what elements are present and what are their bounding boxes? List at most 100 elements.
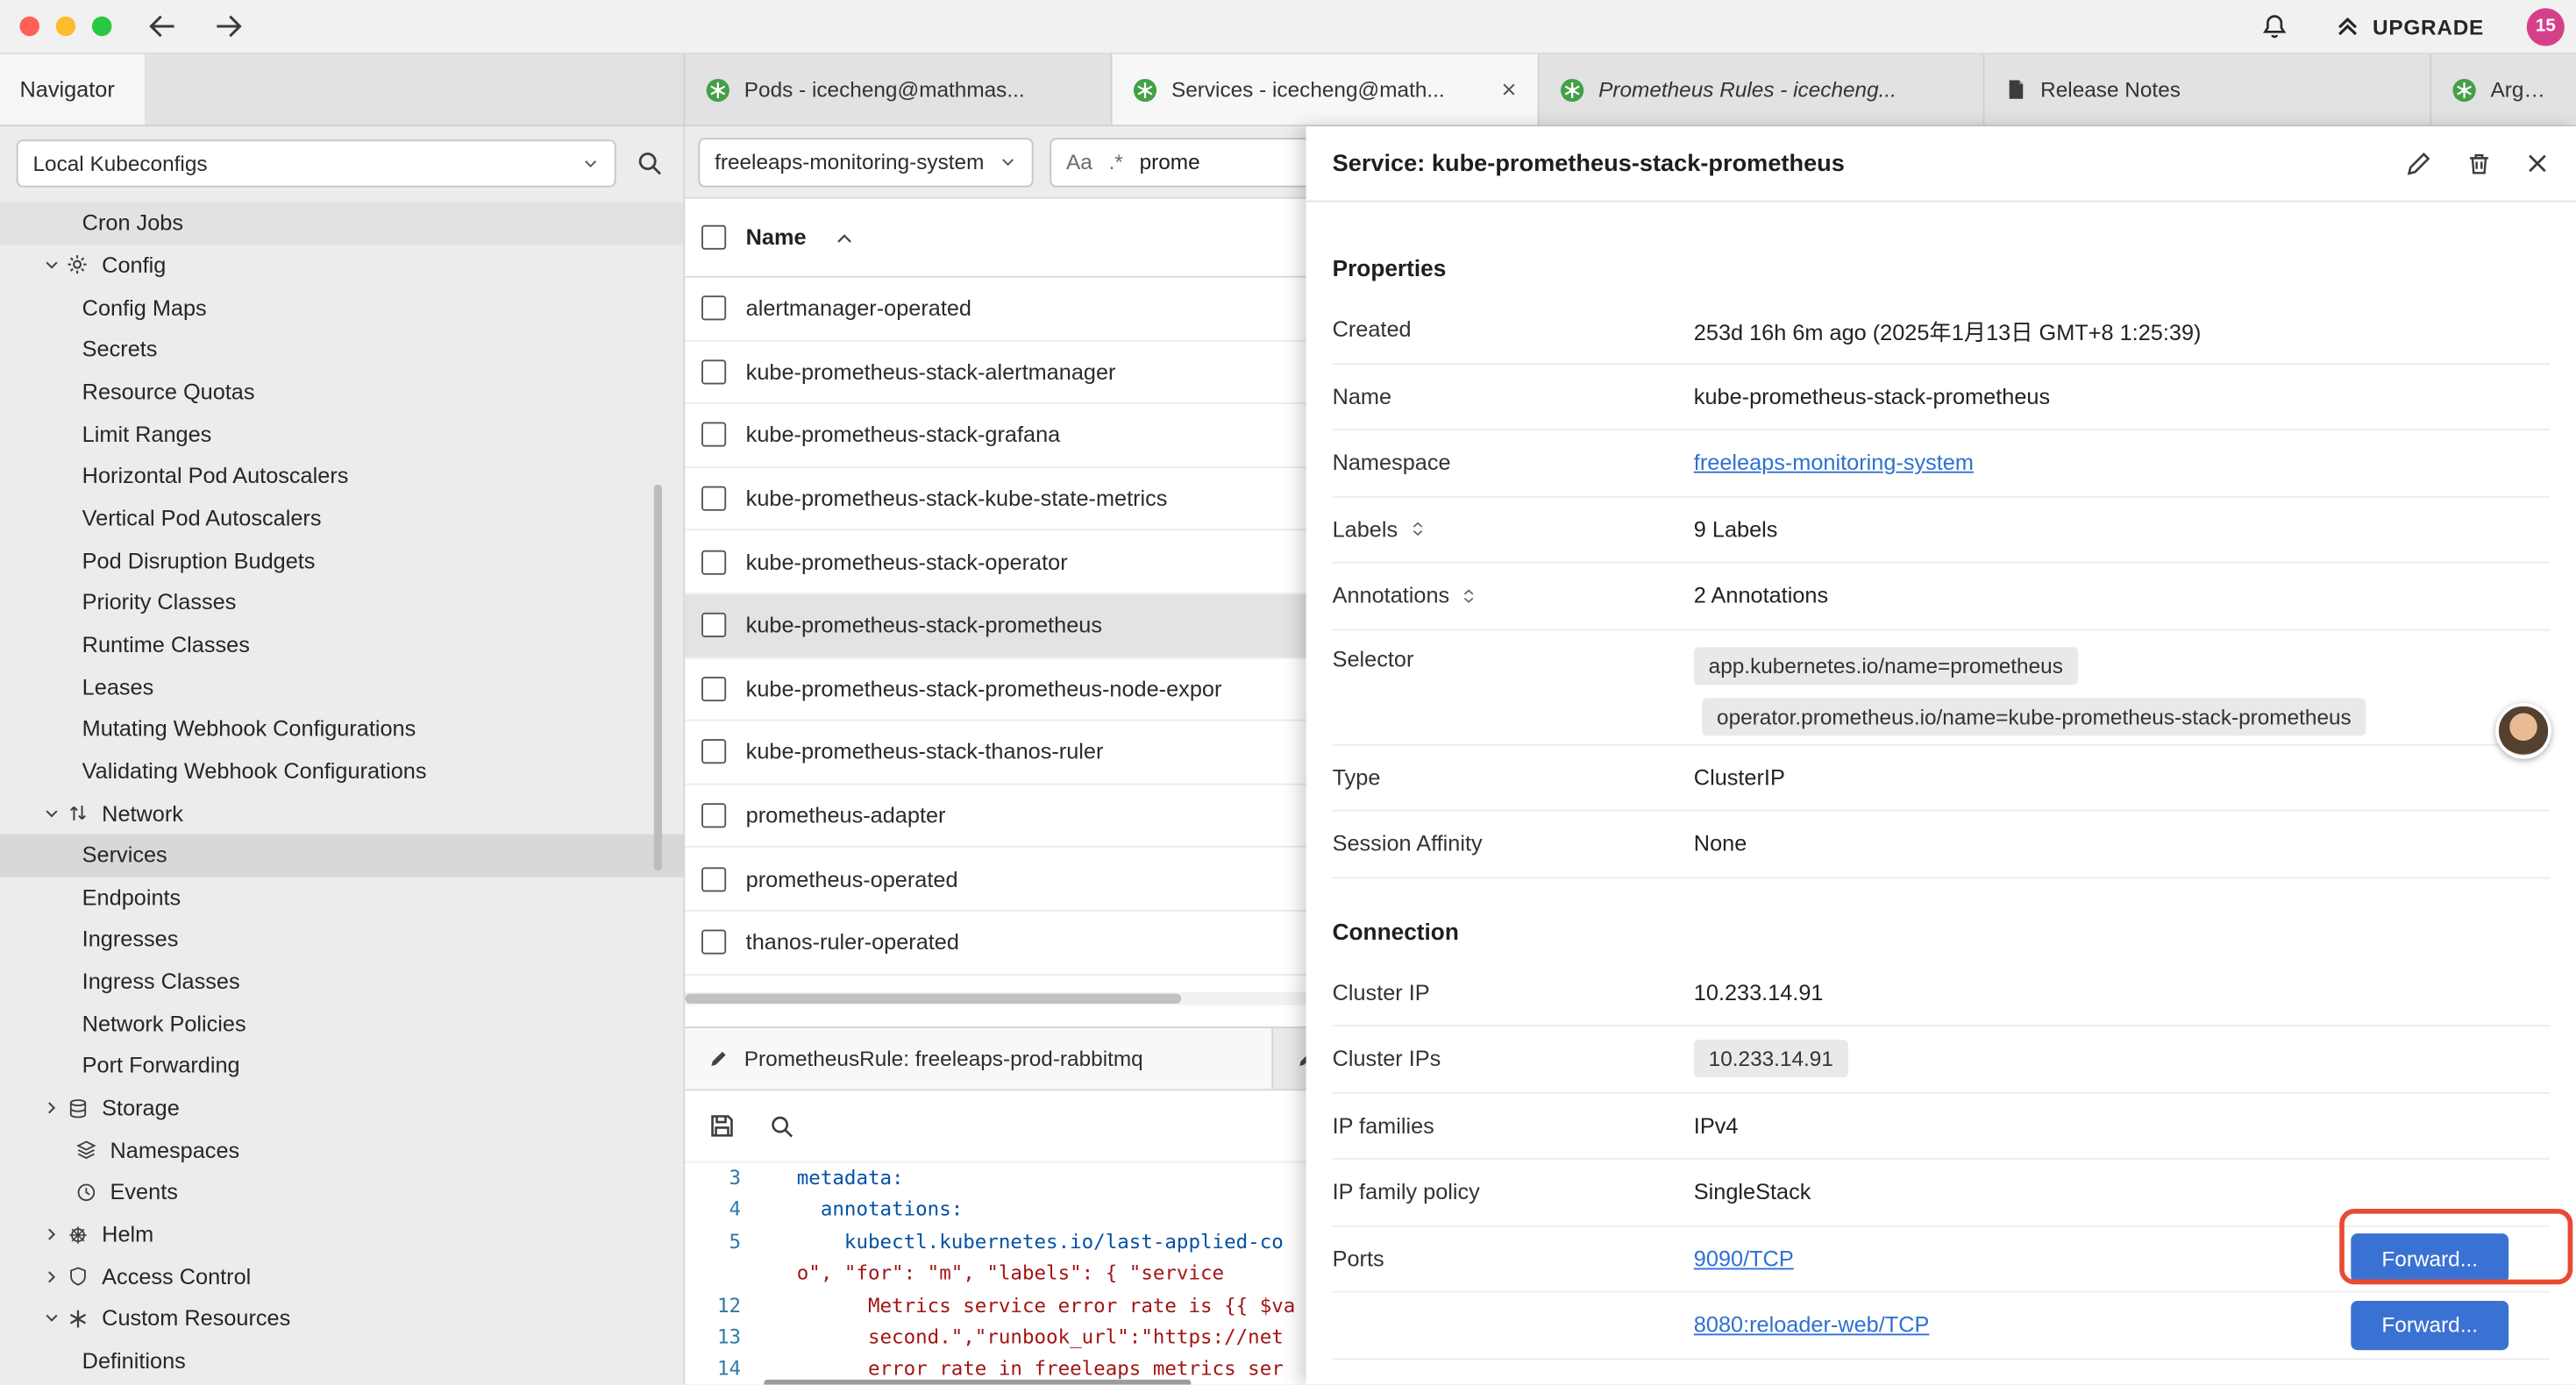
sidebar-item-validating-webhook-configurations[interactable]: Validating Webhook Configurations xyxy=(0,749,683,792)
property-row-ip-families: IP families IPv4 xyxy=(1333,1093,2550,1160)
sidebar-scrollbar[interactable] xyxy=(654,485,662,870)
avatar[interactable] xyxy=(2495,703,2551,759)
row-checkbox[interactable] xyxy=(701,487,726,511)
forward-button-9090[interactable]: Forward... xyxy=(2351,1234,2508,1283)
row-checkbox[interactable] xyxy=(701,550,726,574)
sidebar-item-storage[interactable]: Storage xyxy=(0,1087,683,1129)
sort-caret-up-icon[interactable] xyxy=(834,229,853,245)
sidebar-item-ingresses[interactable]: Ingresses xyxy=(0,919,683,961)
sidebar-item-priority-classes[interactable]: Priority Classes xyxy=(0,581,683,623)
traffic-light-close[interactable] xyxy=(19,17,39,36)
sidebar-item-services[interactable]: Services xyxy=(0,835,683,877)
search-query: prome xyxy=(1140,150,1200,174)
back-icon[interactable] xyxy=(148,15,178,38)
chevron-down-icon[interactable] xyxy=(39,256,64,274)
forward-icon[interactable] xyxy=(214,15,244,38)
code-line: second.","runbook_url":"https://net xyxy=(764,1322,1284,1353)
sidebar-item-secrets[interactable]: Secrets xyxy=(0,329,683,371)
sidebar-item-ingress-classes[interactable]: Ingress Classes xyxy=(0,961,683,1003)
navigator-header: Navigator xyxy=(0,54,685,125)
table-header-name[interactable]: Name xyxy=(746,225,807,250)
row-checkbox[interactable] xyxy=(701,867,726,891)
traffic-light-minimize[interactable] xyxy=(56,17,75,36)
editor-horizontal-scrollbar[interactable] xyxy=(764,1380,1191,1385)
namespace-link[interactable]: freeleaps-monitoring-system xyxy=(1694,451,1974,475)
sidebar-item-network-policies[interactable]: Network Policies xyxy=(0,1003,683,1045)
namespace-filter[interactable]: freeleaps-monitoring-system xyxy=(698,137,1033,186)
expand-toggle-icon[interactable] xyxy=(1461,586,1477,605)
sidebar-item-definitions[interactable]: Definitions xyxy=(0,1339,683,1381)
row-checkbox[interactable] xyxy=(701,423,726,447)
scrollbar-thumb[interactable] xyxy=(685,994,1181,1004)
tab-argo[interactable]: Argo Se xyxy=(2431,54,2576,125)
sidebar-item-events[interactable]: Events xyxy=(0,1171,683,1213)
close-icon[interactable] xyxy=(2525,151,2550,175)
tab-close-icon[interactable] xyxy=(1500,81,1519,99)
storage-icon xyxy=(64,1097,90,1119)
sidebar-item-endpoints[interactable]: Endpoints xyxy=(0,877,683,919)
tab-prometheus-rules[interactable]: Prometheus Rules - icecheng... xyxy=(1540,54,1985,125)
row-checkbox[interactable] xyxy=(701,613,726,637)
port-link-9090[interactable]: 9090/TCP xyxy=(1694,1246,1794,1271)
chevron-down-icon[interactable] xyxy=(39,804,64,822)
regex-toggle[interactable]: .* xyxy=(1109,150,1123,174)
row-checkbox[interactable] xyxy=(701,677,726,701)
sidebar-item-custom-resources[interactable]: Custom Resources xyxy=(0,1297,683,1339)
trash-icon[interactable] xyxy=(2466,150,2492,178)
horizontal-scrollbar[interactable] xyxy=(685,992,1306,1005)
sidebar-item-vertical-pod-autoscalers[interactable]: Vertical Pod Autoscalers xyxy=(0,497,683,539)
editor-search-icon[interactable] xyxy=(769,1112,795,1139)
property-row-namespace: Namespace freeleaps-monitoring-system xyxy=(1333,430,2550,497)
chevron-down-icon[interactable] xyxy=(39,1310,64,1328)
tab-pods[interactable]: Pods - icecheng@mathmas... xyxy=(685,54,1112,125)
sidebar-item-runtime-classes[interactable]: Runtime Classes xyxy=(0,623,683,665)
sidebar-item-port-forwarding[interactable]: Port Forwarding xyxy=(0,1045,683,1087)
row-checkbox[interactable] xyxy=(701,740,726,764)
clock-icon xyxy=(72,1181,98,1204)
tab-release-notes[interactable]: Release Notes xyxy=(1984,54,2431,125)
sidebar-item-limit-ranges[interactable]: Limit Ranges xyxy=(0,413,683,455)
bell-icon[interactable] xyxy=(2261,12,2289,40)
dock-tab-prometheusrule[interactable]: PrometheusRule: freeleaps-prod-rabbitmq xyxy=(685,1028,1273,1089)
sidebar-item-mutating-webhook-configurations[interactable]: Mutating Webhook Configurations xyxy=(0,707,683,749)
forward-button-8080[interactable]: Forward... xyxy=(2351,1301,2508,1350)
sidebar-item-namespaces[interactable]: Namespaces xyxy=(0,1129,683,1171)
properties-heading: Properties xyxy=(1333,238,2550,297)
row-checkbox[interactable] xyxy=(701,296,726,321)
traffic-light-zoom[interactable] xyxy=(92,17,111,36)
sidebar-item-config[interactable]: Config xyxy=(0,245,683,287)
kubeconfig-selector[interactable]: Local Kubeconfigs xyxy=(17,138,616,186)
row-checkbox[interactable] xyxy=(701,359,726,384)
row-checkbox[interactable] xyxy=(701,803,726,827)
sidebar-item-network[interactable]: Network xyxy=(0,792,683,834)
cluster-ip-badge: 10.233.14.91 xyxy=(1694,1041,1848,1078)
upgrade-button[interactable]: UPGRADE xyxy=(2335,13,2484,39)
select-all-checkbox[interactable] xyxy=(701,225,726,250)
notification-badge[interactable]: 15 xyxy=(2527,7,2565,45)
match-case-toggle[interactable]: Aa xyxy=(1066,150,1092,174)
search-input[interactable]: Aa .* prome xyxy=(1050,137,1329,186)
chevron-right-icon[interactable] xyxy=(39,1268,64,1286)
sidebar-item-pod-disruption-budgets[interactable]: Pod Disruption Budgets xyxy=(0,539,683,581)
sidebar-item-horizontal-pod-autoscalers[interactable]: Horizontal Pod Autoscalers xyxy=(0,455,683,497)
sidebar-item-cron-jobs[interactable]: Cron Jobs xyxy=(0,202,683,244)
sidebar-item-resource-quotas[interactable]: Resource Quotas xyxy=(0,371,683,413)
chevron-right-icon[interactable] xyxy=(39,1225,64,1244)
property-row-ip-family-policy: IP family policy SingleStack xyxy=(1333,1160,2550,1226)
sidebar-item-access-control[interactable]: Access Control xyxy=(0,1255,683,1297)
row-checkbox[interactable] xyxy=(701,930,726,955)
expand-toggle-icon[interactable] xyxy=(1409,520,1426,539)
property-row-cluster-ip: Cluster IP 10.233.14.91 xyxy=(1333,960,2550,1026)
save-icon[interactable] xyxy=(708,1112,737,1140)
sidebar-item-config-maps[interactable]: Config Maps xyxy=(0,287,683,329)
property-row-selector: Selector app.kubernetes.io/name=promethe… xyxy=(1333,630,2550,745)
edit-icon[interactable] xyxy=(2405,150,2433,178)
tab-services[interactable]: Services - icecheng@math... xyxy=(1113,54,1540,125)
sidebar-item-leases[interactable]: Leases xyxy=(0,665,683,707)
sidebar-item-helm[interactable]: Helm xyxy=(0,1213,683,1255)
port-link-8080-reloader-web[interactable]: 8080:reloader-web/TCP xyxy=(1694,1313,1930,1338)
chevron-right-icon[interactable] xyxy=(39,1099,64,1118)
kubernetes-cluster-icon xyxy=(705,76,731,103)
property-row-type: Type ClusterIP xyxy=(1333,745,2550,812)
sidebar-search-icon[interactable] xyxy=(636,149,664,177)
